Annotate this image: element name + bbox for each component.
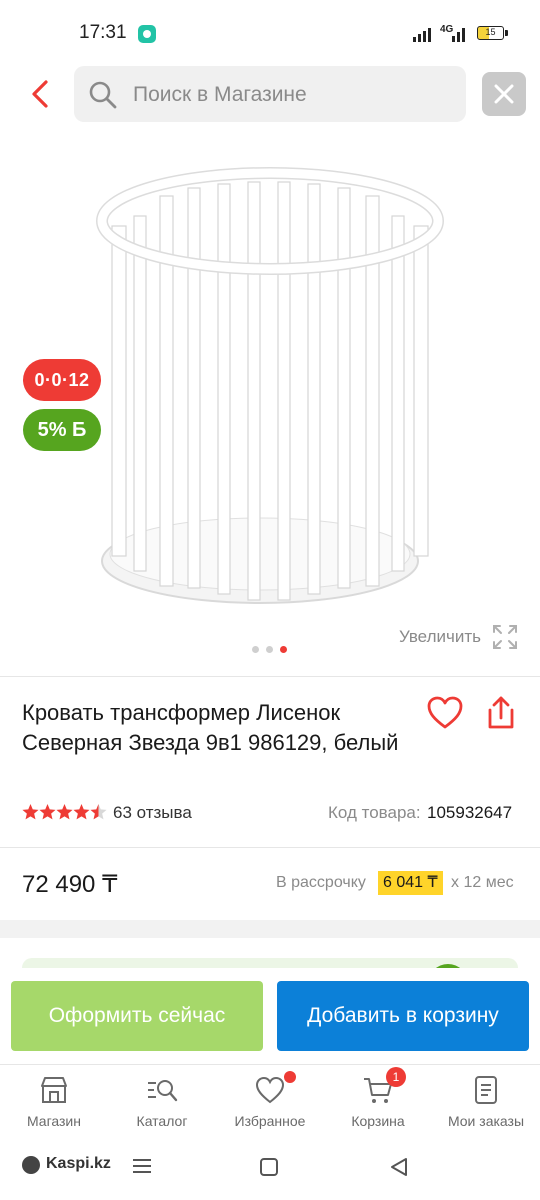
tab-catalog[interactable]: Каталог: [112, 1065, 212, 1145]
product-gallery[interactable]: 0·0·12 5% Б Увеличить: [0, 126, 540, 676]
heart-icon[interactable]: [426, 694, 464, 732]
installment-amount: 6 041 ₸: [378, 871, 443, 895]
tab-label: Мои заказы: [447, 1113, 525, 1129]
signal-icon: [413, 28, 431, 42]
bonus-badge: 5% Б: [23, 409, 101, 451]
installment-term: х 12 мес: [451, 874, 514, 891]
heart-icon: [255, 1076, 285, 1104]
star-icon: [56, 804, 73, 820]
installment-label: В рассрочку: [276, 874, 366, 891]
kaspi-logo: [22, 1156, 40, 1174]
expand-icon[interactable]: [492, 624, 518, 650]
tab-store[interactable]: Магазин: [4, 1065, 104, 1145]
search-icon: [89, 81, 117, 109]
menu-icon[interactable]: [131, 1156, 153, 1176]
tab-orders[interactable]: Мои заказы: [436, 1065, 536, 1145]
add-to-cart-button[interactable]: Добавить в корзину: [277, 981, 529, 1051]
share-icon[interactable]: [484, 694, 518, 732]
store-icon: [41, 1077, 67, 1103]
star-icon: [22, 804, 39, 820]
tab-label: Избранное: [234, 1113, 306, 1129]
tab-label: Корзина: [351, 1113, 405, 1129]
zoom-link[interactable]: Увеличить: [399, 627, 481, 647]
tab-label: Каталог: [136, 1113, 188, 1129]
buy-now-button[interactable]: Оформить сейчас: [11, 981, 263, 1051]
reviews-link[interactable]: 63 отзыва: [113, 803, 192, 823]
sku-label: Код товара:: [328, 803, 421, 822]
cart-count-badge: 1: [386, 1067, 406, 1087]
close-button[interactable]: [482, 72, 526, 116]
product-title: Кровать трансформер Лисенок Северная Зве…: [22, 700, 399, 755]
catalog-search-icon: [148, 1080, 178, 1102]
page-dot[interactable]: [266, 646, 273, 653]
close-icon: [494, 84, 514, 104]
battery-icon: 15: [477, 26, 508, 40]
signal-icon-secondary: [452, 28, 465, 42]
tab-favorites[interactable]: Избранное: [220, 1065, 320, 1145]
tab-cart[interactable]: 1 Корзина: [328, 1065, 428, 1145]
back-triangle-icon[interactable]: [388, 1156, 410, 1178]
orders-icon: [475, 1076, 497, 1104]
status-time: 17:31: [79, 22, 127, 43]
chevron-left-icon[interactable]: [22, 74, 58, 114]
top-bar: Поиск в Магазине: [0, 62, 540, 126]
divider: [0, 847, 540, 848]
brand-label: Kaspi.kz: [46, 1155, 111, 1172]
page-dot[interactable]: [252, 646, 259, 653]
star-icon: [90, 804, 107, 820]
installment-badge: 0·0·12: [23, 359, 101, 401]
action-bar: Оформить сейчас Добавить в корзину: [0, 968, 540, 1064]
gallery-pagination: [252, 646, 292, 654]
search-input[interactable]: Поиск в Магазине: [74, 66, 466, 122]
notification-app-icon: [138, 25, 156, 43]
page-dot-active[interactable]: [280, 646, 287, 653]
bottom-tab-bar: Магазин Каталог Избранное 1 Корзина Мои …: [0, 1064, 540, 1144]
rating-stars[interactable]: [22, 803, 108, 821]
star-icon: [39, 804, 56, 820]
sku-value: 105932647: [427, 803, 513, 822]
product-image[interactable]: [90, 166, 450, 606]
home-icon[interactable]: [260, 1158, 278, 1176]
product-price: 72 490 ₸: [22, 871, 118, 898]
tab-label: Магазин: [26, 1113, 81, 1129]
status-bar: 17:31 4G 15: [0, 0, 540, 62]
notification-dot: [284, 1071, 296, 1083]
section-separator: [0, 920, 540, 938]
divider: [0, 676, 540, 677]
search-placeholder: Поиск в Магазине: [133, 83, 307, 106]
star-icon: [73, 804, 90, 820]
system-nav-bar: Kaspi.kz: [0, 1144, 540, 1200]
